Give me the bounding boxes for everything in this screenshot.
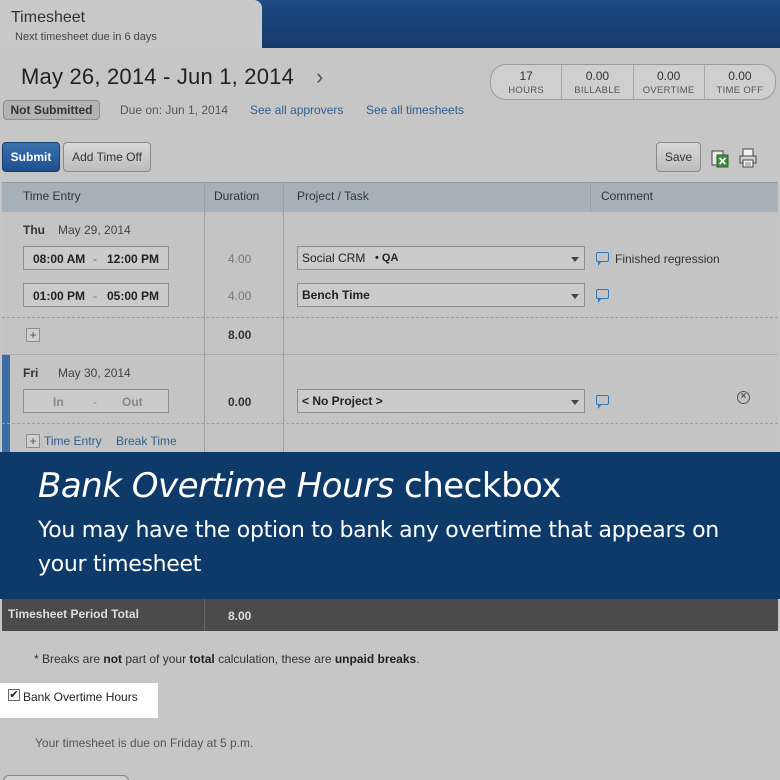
breaks-note: * Breaks are not part of your total calc…	[34, 652, 420, 666]
column-header-comment: Comment	[601, 189, 654, 203]
day-label-thu: Thu	[23, 223, 45, 237]
entry-duration: 4.00	[228, 289, 252, 303]
end-time[interactable]: 12:00 PM	[107, 252, 159, 266]
overlay-body: You may have the option to bank any over…	[38, 518, 719, 577]
note-text: calculation, these are	[214, 652, 335, 666]
overlay-title: Bank Overtime Hours checkbox	[38, 466, 562, 506]
column-header-duration: Duration	[214, 189, 260, 203]
project-task-select[interactable]: Social CRM • QA	[297, 246, 585, 270]
chevron-down-icon	[571, 294, 579, 299]
project-name: Bench Time	[302, 288, 370, 302]
chevron-down-icon	[571, 400, 579, 405]
export-excel-icon[interactable]	[711, 148, 729, 168]
stat-value: 0.00	[728, 69, 752, 83]
day-date-fri: May 30, 2014	[58, 366, 131, 380]
note-text-bold: total	[189, 652, 215, 666]
stat-label: HOURS	[508, 85, 545, 96]
due-note: Your timesheet is due on Friday at 5 p.m…	[35, 736, 254, 750]
entry-duration: 4.00	[228, 252, 252, 266]
comment-text: Finished regression	[615, 252, 720, 266]
day-date-thu: May 29, 2014	[58, 223, 131, 237]
time-range-input[interactable]: In - Out	[23, 389, 169, 413]
stat-value: 17	[519, 69, 533, 83]
selected-day-indicator	[2, 355, 10, 452]
due-date: Due on: Jun 1, 2014	[120, 103, 229, 117]
period-total-value: 8.00	[228, 609, 252, 623]
stat-label: OVERTIME	[642, 85, 695, 96]
tab-title: Timesheet	[11, 9, 86, 26]
stat-overtime: 0.00 OVERTIME	[634, 65, 705, 99]
status-badge: Not Submitted	[3, 100, 100, 120]
comment-icon[interactable]	[596, 395, 609, 409]
row-divider	[2, 317, 778, 318]
time-range-input[interactable]: 08:00 AM - 12:00 PM	[23, 246, 169, 270]
period-title: May 26, 2014 - Jun 1, 2014	[21, 64, 295, 89]
start-time[interactable]: 08:00 AM	[33, 252, 85, 266]
stat-value: 0.00	[585, 69, 610, 83]
start-time-placeholder[interactable]: In	[53, 395, 64, 409]
comment-icon[interactable]	[596, 252, 609, 266]
column-header-project-task: Project / Task	[297, 189, 369, 203]
add-time-entry-link[interactable]: Time Entry	[44, 434, 102, 448]
project-name: < No Project >	[302, 394, 383, 408]
add-break-time-link[interactable]: Break Time	[116, 434, 177, 448]
project-task-select[interactable]: Bench Time	[297, 283, 585, 307]
note-text-bold: unpaid breaks	[334, 652, 417, 666]
day-label-fri: Fri	[23, 366, 39, 380]
entry-duration: 0.00	[228, 395, 252, 409]
column-divider	[590, 182, 591, 212]
end-time[interactable]: 05:00 PM	[107, 289, 159, 303]
add-entry-icon[interactable]: +	[26, 434, 40, 448]
comment-icon[interactable]	[596, 289, 609, 303]
remove-entry-icon[interactable]: ×	[737, 391, 750, 404]
time-separator: -	[93, 289, 97, 303]
print-icon[interactable]	[739, 148, 757, 168]
add-time-off-button[interactable]: Add Time Off	[63, 142, 151, 172]
footer-button[interactable]	[3, 775, 129, 780]
stat-time-off: 0.00 TIME OFF	[705, 65, 775, 99]
stat-billable: 0.00 BILLABLE	[562, 65, 634, 99]
column-divider	[204, 599, 205, 631]
end-time-placeholder[interactable]: Out	[122, 395, 143, 409]
stat-label: BILLABLE	[574, 85, 621, 96]
save-button[interactable]: Save	[656, 142, 701, 172]
see-timesheets-link[interactable]: See all timesheets	[366, 103, 464, 117]
day-total: 8.00	[228, 328, 252, 342]
row-divider	[2, 423, 778, 424]
column-header-time-entry: Time Entry	[23, 189, 81, 203]
chevron-down-icon	[571, 257, 579, 262]
table-header	[2, 182, 778, 212]
tab-subtitle: Next timesheet due in 6 days	[15, 31, 157, 43]
see-approvers-link[interactable]: See all approvers	[250, 103, 343, 117]
overlay-title-rest: checkbox	[393, 466, 562, 506]
note-text: part of your	[122, 652, 190, 666]
time-range-input[interactable]: 01:00 PM - 05:00 PM	[23, 283, 169, 307]
stat-label: TIME OFF	[716, 85, 764, 96]
bank-overtime-label[interactable]: Bank Overtime Hours	[23, 690, 138, 704]
period-total-label: Timesheet Period Total	[8, 607, 139, 621]
stat-hours: 17 HOURS	[491, 65, 563, 99]
task-name: • QA	[375, 252, 399, 264]
project-name: Social CRM	[302, 251, 366, 265]
stats-summary: 17 HOURS 0.00 BILLABLE 0.00 OVERTIME 0.0…	[490, 64, 776, 100]
start-time[interactable]: 01:00 PM	[33, 289, 85, 303]
bank-overtime-checkbox[interactable]: ✔	[8, 689, 20, 701]
note-text: * Breaks are	[34, 652, 104, 666]
note-text: .	[416, 652, 420, 666]
project-task-select[interactable]: < No Project >	[297, 389, 585, 413]
stat-value: 0.00	[656, 69, 681, 83]
day-divider	[2, 354, 778, 355]
overlay-title-italic: Bank Overtime Hours	[38, 466, 394, 506]
add-entry-icon[interactable]: +	[26, 328, 40, 342]
note-text-bold: not	[103, 652, 123, 666]
time-separator: -	[93, 395, 97, 409]
time-separator: -	[93, 252, 97, 266]
next-period-chevron-icon[interactable]: ›	[316, 64, 323, 90]
submit-button[interactable]: Submit	[2, 142, 60, 172]
